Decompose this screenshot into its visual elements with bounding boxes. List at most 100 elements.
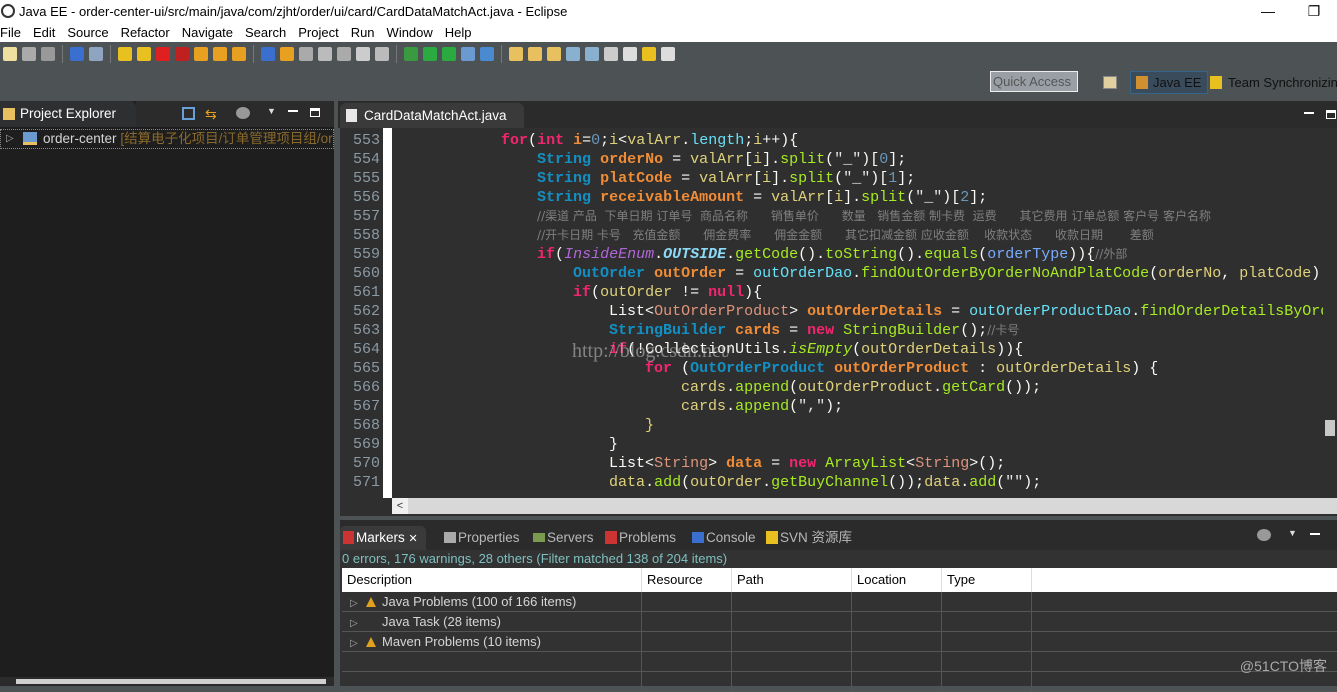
pen-icon[interactable] (318, 47, 332, 61)
table-row[interactable]: ▷ Java Problems (100 of 166 items) (342, 592, 1337, 612)
new-web-service-icon[interactable] (480, 47, 494, 61)
horizontal-scrollbar[interactable] (0, 677, 334, 686)
menu-file[interactable]: File (0, 25, 33, 40)
code-editor[interactable]: 553 554 555 556 557 558 559 560 561 562 563 564 565 5… (340, 128, 1337, 516)
console-icon (692, 532, 704, 543)
code-line: StringBuilder cards = new StringBuilder(… (393, 321, 1337, 340)
maximize-view-icon[interactable] (310, 108, 320, 117)
expand-arrow-icon[interactable]: ▷ (6, 130, 14, 148)
menu-help[interactable]: Help (445, 25, 480, 40)
menu-refactor[interactable]: Refactor (121, 25, 182, 40)
tree-item-order-center[interactable]: ▷ order-center [结算电子化项目/订单管理项目组/order (0, 129, 334, 149)
minimize-view-icon[interactable] (1310, 533, 1320, 535)
perspective-java-ee[interactable]: Java EE (1130, 71, 1209, 94)
code-token: != (672, 284, 709, 301)
horizontal-scrollbar[interactable]: < (392, 498, 1337, 514)
menu-navigate[interactable]: Navigate (182, 25, 245, 40)
tab-project-explorer[interactable]: Project Explorer ✕ (0, 101, 136, 147)
run-icon[interactable] (423, 47, 437, 61)
show-whitespace-icon[interactable] (356, 47, 370, 61)
resume-icon[interactable] (118, 47, 132, 61)
row-label: Java Problems (100 of 166 items) (382, 594, 577, 609)
scroll-left-icon[interactable]: < (392, 498, 408, 514)
link-with-editor-icon[interactable]: ⇆ (205, 106, 217, 123)
menu-window[interactable]: Window (387, 25, 445, 40)
open-perspective-icon[interactable] (1103, 76, 1117, 89)
tcp-monitor-icon[interactable] (299, 47, 313, 61)
new-icon[interactable] (3, 47, 17, 61)
menu-search[interactable]: Search (245, 25, 298, 40)
last-edit-icon[interactable] (623, 47, 637, 61)
new-server-icon[interactable] (461, 47, 475, 61)
tab-svn-repository[interactable]: SVN 资源库 (764, 526, 852, 550)
table-row[interactable]: ▷ Java Task (28 items) (342, 612, 1337, 632)
perspective-team-sync[interactable]: Team Synchronizing (1208, 71, 1337, 94)
servers-icon[interactable] (337, 47, 351, 61)
menu-source[interactable]: Source (67, 25, 120, 40)
expand-arrow-icon[interactable]: ▷ (342, 614, 366, 633)
code-token: ( (906, 189, 916, 206)
save-icon[interactable] (22, 47, 36, 61)
code-text[interactable]: for(int i=0;i<valArr.length;i++){ String… (393, 131, 1337, 492)
tab-servers[interactable]: Servers (531, 526, 594, 550)
menu-run[interactable]: Run (351, 25, 387, 40)
menu-project[interactable]: Project (298, 25, 350, 40)
code-line: if(!CollectionUtils.isEmpty(outOrderDeta… (393, 340, 1337, 359)
tab-console[interactable]: Console (690, 526, 756, 550)
drop-to-frame-icon[interactable] (261, 47, 275, 61)
vertical-scrollbar[interactable] (1323, 128, 1337, 498)
menu-edit[interactable]: Edit (33, 25, 67, 40)
minimize-view-icon[interactable] (288, 110, 298, 112)
forward-icon[interactable] (661, 47, 675, 61)
open-type-icon[interactable] (528, 47, 542, 61)
restore-button[interactable]: ❐ (1291, 0, 1337, 22)
paragraph-icon[interactable] (375, 47, 389, 61)
collapse-all-icon[interactable] (182, 107, 195, 120)
column-resource[interactable]: Resource (642, 568, 732, 592)
minimize-button[interactable]: — (1245, 0, 1291, 22)
step-over-icon[interactable] (213, 47, 227, 61)
tab-cardDataMatchAct[interactable]: CardDataMatchAct.java ✕ (340, 103, 524, 148)
skip-breakpoints-icon[interactable] (89, 47, 103, 61)
tab-properties[interactable]: Properties (442, 526, 520, 550)
column-type[interactable]: Type (942, 568, 1032, 592)
code-token: add (969, 474, 997, 491)
run-external-icon[interactable] (442, 47, 456, 61)
expand-arrow-icon[interactable]: ▷ (342, 594, 366, 613)
dropdown-icon[interactable]: ▼ (267, 106, 276, 116)
view-menu-icon[interactable] (1257, 529, 1271, 541)
open-console-icon[interactable] (70, 47, 84, 61)
code-token: equals (924, 246, 979, 263)
brush-icon[interactable] (547, 47, 561, 61)
scroll-thumb[interactable] (1325, 420, 1335, 436)
save-all-icon[interactable] (41, 47, 55, 61)
column-path[interactable]: Path (732, 568, 852, 592)
tab-problems[interactable]: Problems (603, 526, 676, 550)
column-location[interactable]: Location (852, 568, 942, 592)
close-icon[interactable]: ✕ (409, 533, 418, 545)
maximize-editor-icon[interactable] (1326, 110, 1336, 119)
eclipse-logo-icon (1, 4, 15, 18)
open-folder-icon[interactable] (509, 47, 523, 61)
view-menu-icon[interactable] (236, 107, 250, 119)
suspend-icon[interactable] (137, 47, 151, 61)
dropdown-icon[interactable]: ▼ (1288, 528, 1297, 538)
column-description[interactable]: Description (342, 568, 642, 592)
quick-access-input[interactable]: Quick Access (990, 71, 1078, 92)
table-row[interactable]: ▷ Maven Problems (10 items) (342, 632, 1337, 652)
globe-icon[interactable] (566, 47, 580, 61)
use-step-filters-icon[interactable] (280, 47, 294, 61)
step-return-icon[interactable] (232, 47, 246, 61)
step-into-icon[interactable] (194, 47, 208, 61)
toolbar-separator (501, 45, 502, 63)
back-icon[interactable] (642, 47, 656, 61)
minimize-editor-icon[interactable] (1304, 112, 1314, 114)
search-icon[interactable] (585, 47, 599, 61)
line-number: 565 (352, 360, 380, 377)
disconnect-icon[interactable] (175, 47, 189, 61)
expand-arrow-icon[interactable]: ▷ (342, 634, 366, 653)
tab-markers[interactable]: Markers ✕ (340, 526, 426, 550)
terminate-icon[interactable] (156, 47, 170, 61)
debug-icon[interactable] (404, 47, 418, 61)
pin-icon[interactable] (604, 47, 618, 61)
